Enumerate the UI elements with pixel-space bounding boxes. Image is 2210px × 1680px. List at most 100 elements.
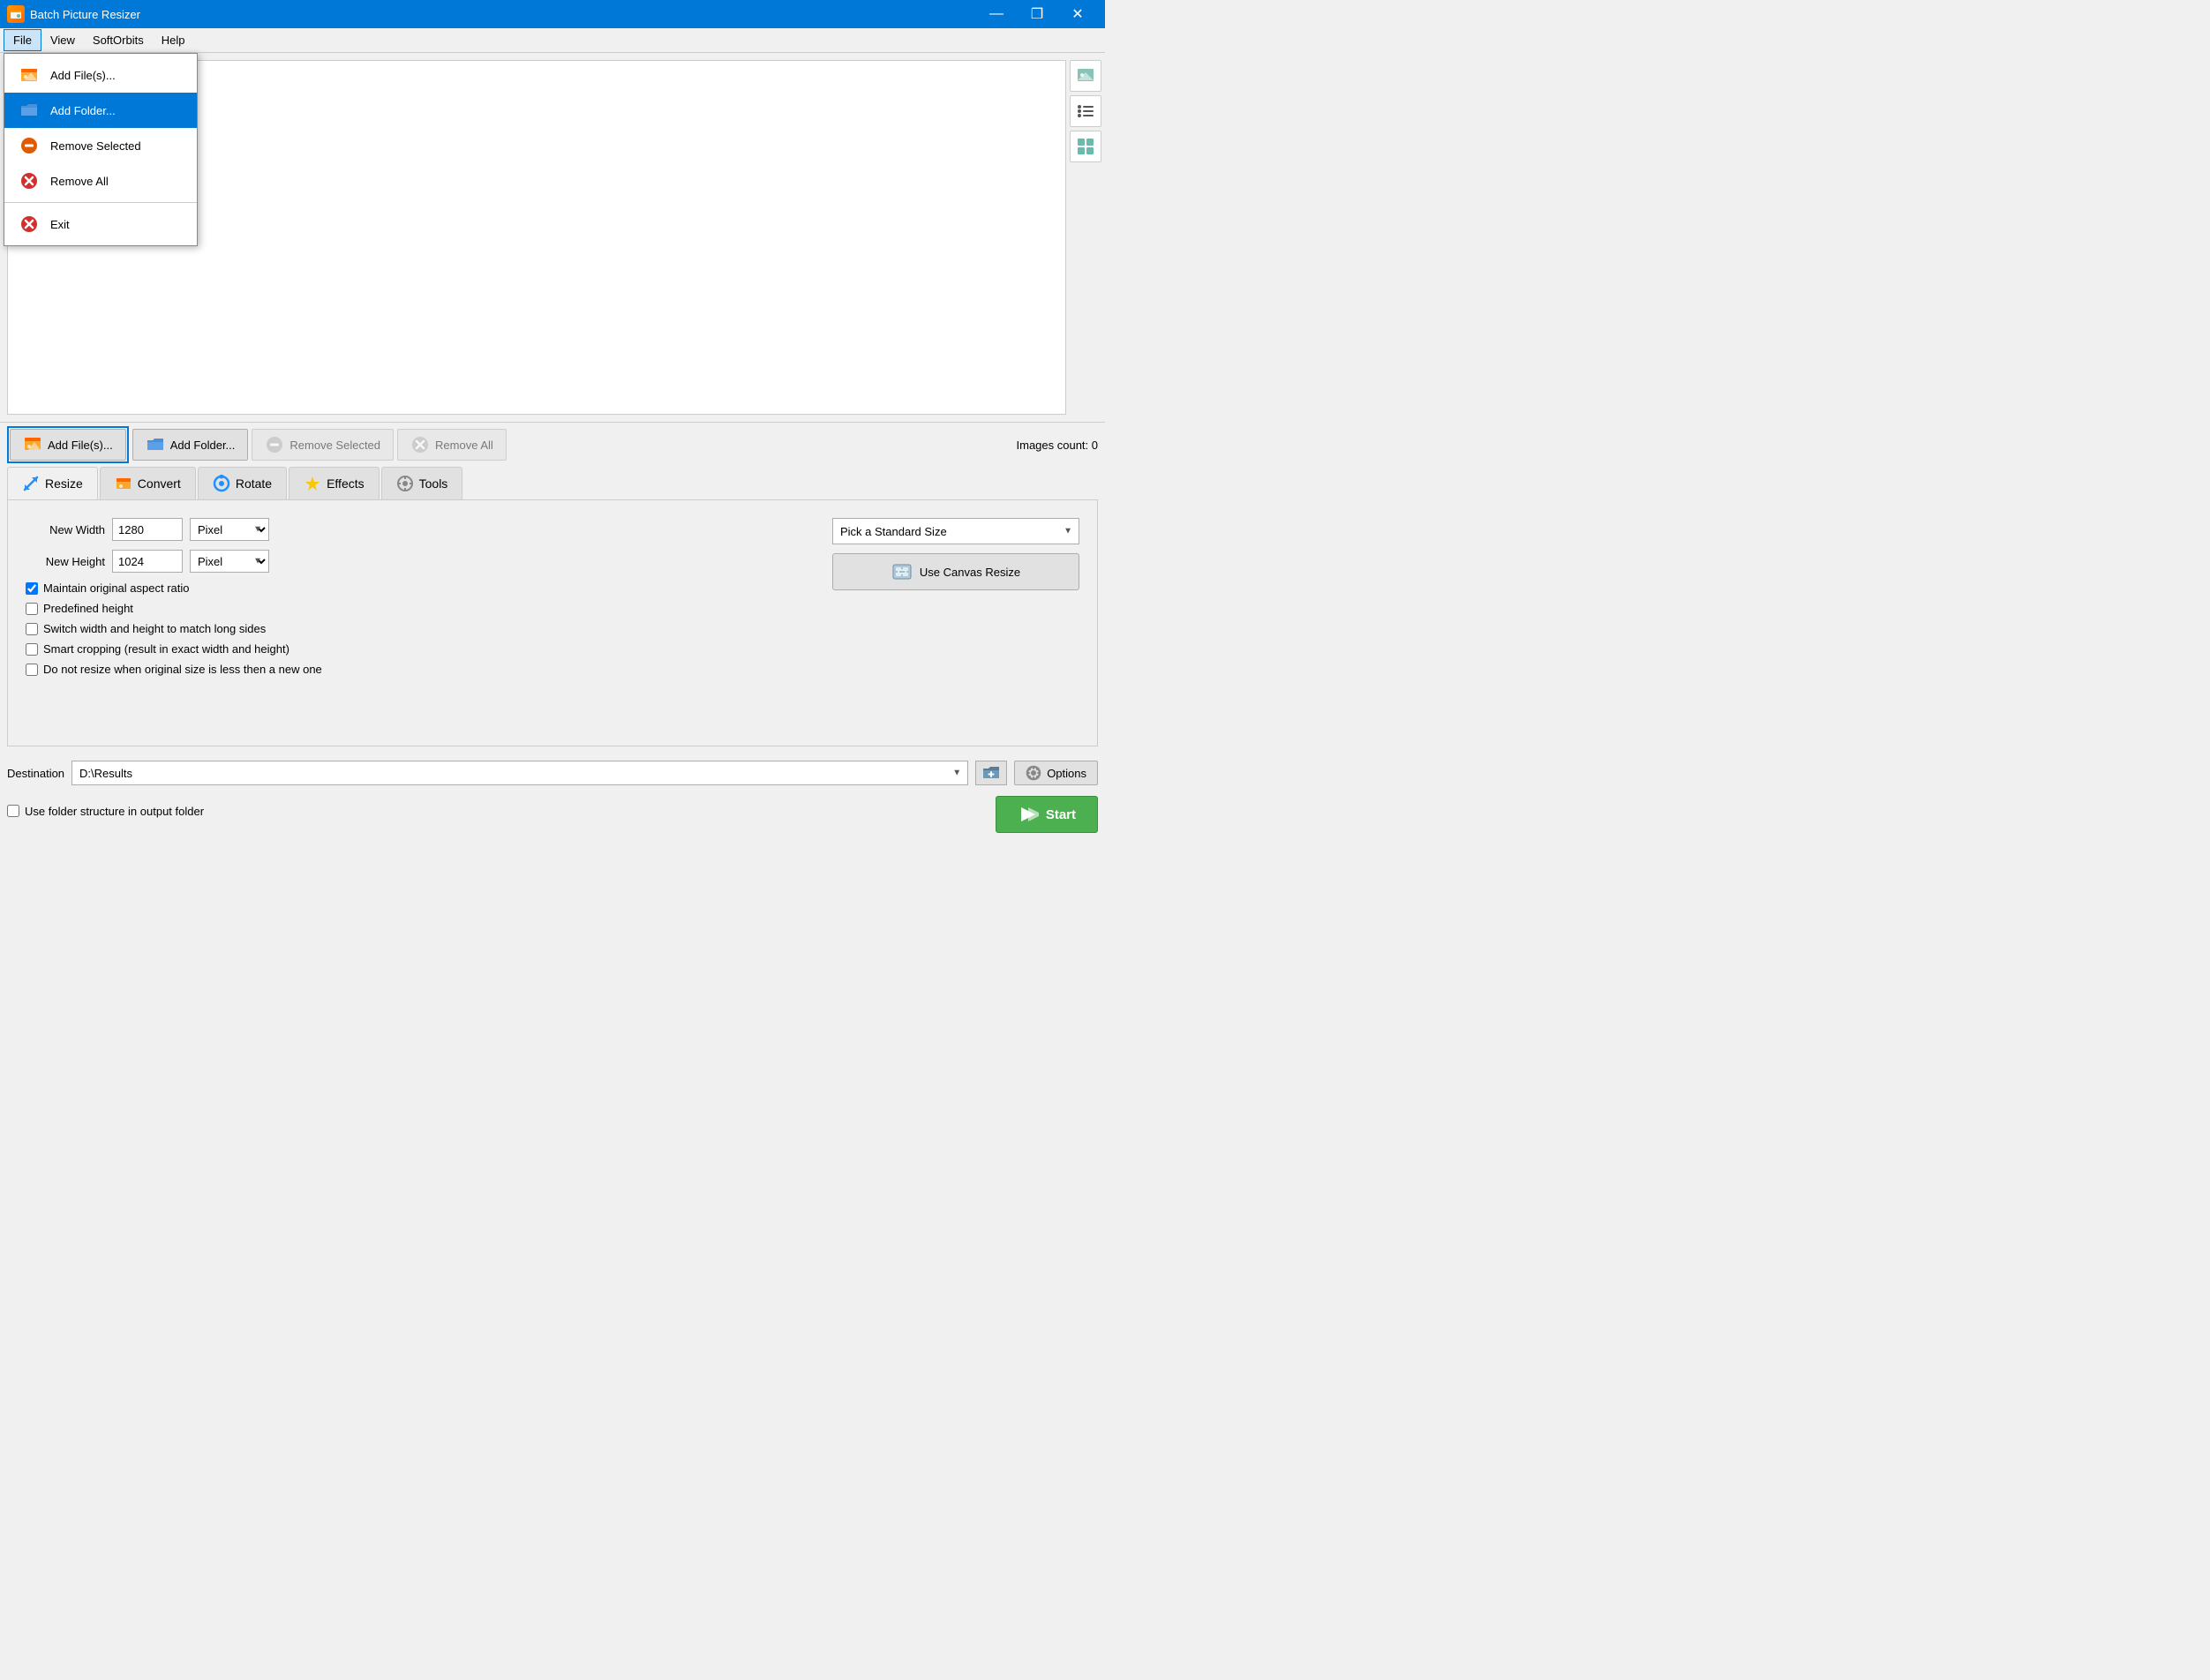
menu-item-view[interactable]: View bbox=[41, 30, 84, 50]
tab-effects[interactable]: Effects bbox=[289, 467, 380, 499]
resize-left: New Width Pixel Percent Inch Cm bbox=[26, 518, 815, 683]
width-unit-select[interactable]: Pixel Percent Inch Cm bbox=[190, 518, 269, 541]
file-menu-container: File Add File(s)... bbox=[4, 29, 41, 51]
smart-crop-checkbox[interactable] bbox=[26, 643, 38, 656]
options-label: Options bbox=[1047, 767, 1086, 780]
exit-icon bbox=[19, 214, 40, 235]
convert-tab-icon bbox=[115, 475, 132, 492]
add-files-button[interactable]: Add File(s)... bbox=[10, 429, 126, 461]
width-input[interactable] bbox=[112, 518, 183, 541]
add-files-btn-label: Add File(s)... bbox=[48, 439, 113, 452]
options-button[interactable]: Options bbox=[1014, 761, 1098, 785]
add-files-label: Add File(s)... bbox=[50, 69, 116, 82]
smart-crop-row: Smart cropping (result in exact width an… bbox=[26, 642, 815, 656]
list-view-icon bbox=[1076, 101, 1095, 121]
width-unit-wrapper: Pixel Percent Inch Cm bbox=[190, 518, 269, 541]
resize-right: Pick a Standard Size 800×600 1024×768 12… bbox=[832, 518, 1079, 683]
tab-resize-label: Resize bbox=[45, 476, 83, 491]
bottom-toolbar: Add File(s)... Add Folder... Remove Sele… bbox=[0, 422, 1105, 467]
folder-browse-button[interactable] bbox=[975, 761, 1007, 785]
menu-bar: File Add File(s)... bbox=[0, 28, 1105, 53]
remove-selected-btn-label: Remove Selected bbox=[289, 439, 380, 452]
tab-resize[interactable]: Resize bbox=[7, 467, 98, 499]
start-label: Start bbox=[1046, 807, 1076, 822]
options-gear-icon bbox=[1026, 765, 1041, 781]
tab-convert-label: Convert bbox=[138, 476, 181, 491]
footer-bar: Use folder structure in output folder St… bbox=[0, 792, 1105, 840]
tools-tab-icon bbox=[396, 475, 414, 492]
start-icon bbox=[1018, 804, 1039, 825]
folder-structure-label: Use folder structure in output folder bbox=[25, 805, 204, 818]
minimize-button[interactable]: — bbox=[976, 0, 1017, 28]
menu-add-folder[interactable]: Add Folder... bbox=[4, 93, 197, 128]
remove-all-btn-icon bbox=[410, 435, 430, 454]
tab-bar: Resize Convert Rotate bbox=[7, 467, 1098, 499]
exit-label: Exit bbox=[50, 218, 70, 231]
tab-content-resize: New Width Pixel Percent Inch Cm bbox=[7, 499, 1098, 746]
remove-all-label: Remove All bbox=[50, 175, 109, 188]
no-upscale-checkbox[interactable] bbox=[26, 664, 38, 676]
height-input[interactable] bbox=[112, 550, 183, 573]
add-folder-btn-label: Add Folder... bbox=[170, 439, 236, 452]
canvas-resize-button[interactable]: Use Canvas Resize bbox=[832, 553, 1079, 590]
menu-add-files[interactable]: Add File(s)... bbox=[4, 57, 197, 93]
menu-item-file[interactable]: File bbox=[4, 29, 41, 51]
tab-rotate-label: Rotate bbox=[236, 476, 272, 491]
tab-convert[interactable]: Convert bbox=[100, 467, 196, 499]
tab-rotate[interactable]: Rotate bbox=[198, 467, 287, 499]
destination-label: Destination bbox=[7, 767, 64, 780]
remove-all-button[interactable]: Remove All bbox=[397, 429, 507, 461]
tabs-panel: Resize Convert Rotate bbox=[0, 467, 1105, 754]
add-files-btn-icon bbox=[23, 435, 42, 454]
switch-sides-row: Switch width and height to match long si… bbox=[26, 622, 815, 635]
remove-all-icon bbox=[19, 170, 40, 191]
remove-selected-button[interactable]: Remove Selected bbox=[252, 429, 394, 461]
window-title: Batch Picture Resizer bbox=[30, 8, 140, 21]
canvas-resize-icon bbox=[891, 561, 913, 582]
effects-tab-icon bbox=[304, 475, 321, 492]
grid-view-button[interactable] bbox=[1070, 131, 1101, 162]
folder-structure-row: Use folder structure in output folder bbox=[7, 805, 204, 818]
maximize-button[interactable]: ❐ bbox=[1017, 0, 1057, 28]
maintain-aspect-label: Maintain original aspect ratio bbox=[43, 581, 189, 595]
title-bar-controls: — ❐ ✕ bbox=[976, 0, 1098, 28]
menu-remove-all[interactable]: Remove All bbox=[4, 163, 197, 199]
resize-form: New Width Pixel Percent Inch Cm bbox=[26, 518, 1079, 683]
grid-view-icon bbox=[1076, 137, 1095, 156]
title-bar: Batch Picture Resizer — ❐ ✕ bbox=[0, 0, 1105, 28]
tab-tools[interactable]: Tools bbox=[381, 467, 463, 499]
folder-structure-checkbox[interactable] bbox=[7, 805, 19, 817]
menu-item-softorbits[interactable]: SoftOrbits bbox=[84, 30, 153, 50]
rotate-tab-icon bbox=[213, 475, 230, 492]
standard-size-select[interactable]: Pick a Standard Size 800×600 1024×768 12… bbox=[832, 518, 1079, 544]
destination-bar: Destination D:\Results bbox=[0, 754, 1105, 792]
close-button[interactable]: ✕ bbox=[1057, 0, 1098, 28]
destination-select[interactable]: D:\Results bbox=[71, 761, 968, 785]
add-folder-button[interactable]: Add Folder... bbox=[132, 429, 249, 461]
right-toolbar bbox=[1066, 53, 1105, 422]
menu-exit[interactable]: Exit bbox=[4, 206, 197, 242]
standard-size-wrapper: Pick a Standard Size 800×600 1024×768 12… bbox=[832, 518, 1079, 544]
height-row: New Height Pixel Percent Inch Cm bbox=[26, 550, 815, 573]
folder-icon bbox=[19, 100, 40, 121]
height-unit-select[interactable]: Pixel Percent Inch Cm bbox=[190, 550, 269, 573]
start-button[interactable]: Start bbox=[996, 796, 1098, 833]
height-label: New Height bbox=[26, 555, 105, 568]
thumbnail-view-button[interactable] bbox=[1070, 60, 1101, 92]
switch-sides-label: Switch width and height to match long si… bbox=[43, 622, 266, 635]
maintain-aspect-checkbox[interactable] bbox=[26, 582, 38, 595]
predefined-height-checkbox[interactable] bbox=[26, 603, 38, 615]
remove-all-btn-label: Remove All bbox=[435, 439, 493, 452]
width-row: New Width Pixel Percent Inch Cm bbox=[26, 518, 815, 541]
destination-select-wrapper: D:\Results bbox=[71, 761, 968, 785]
switch-sides-checkbox[interactable] bbox=[26, 623, 38, 635]
folder-browse-icon bbox=[981, 763, 1001, 783]
remove-selected-icon bbox=[19, 135, 40, 156]
list-view-button[interactable] bbox=[1070, 95, 1101, 127]
predefined-height-label: Predefined height bbox=[43, 602, 133, 615]
add-folder-btn-icon bbox=[146, 435, 165, 454]
menu-remove-selected[interactable]: Remove Selected bbox=[4, 128, 197, 163]
menu-item-help[interactable]: Help bbox=[153, 30, 194, 50]
height-unit-wrapper: Pixel Percent Inch Cm bbox=[190, 550, 269, 573]
remove-selected-btn-icon bbox=[265, 435, 284, 454]
